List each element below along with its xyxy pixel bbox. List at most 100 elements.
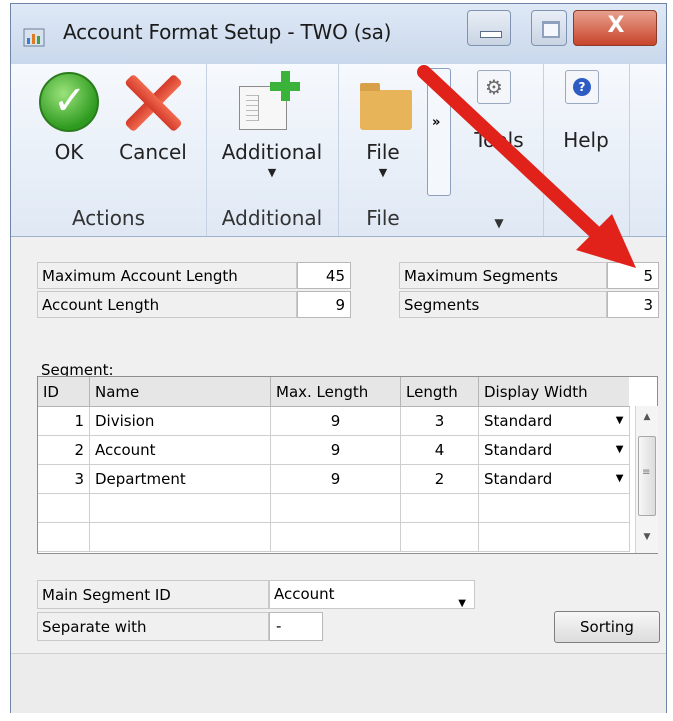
ribbon-group-label-additional: Additional: [221, 206, 323, 230]
app-icon: [23, 28, 45, 47]
segments-field[interactable]: 3: [607, 291, 659, 318]
ribbon-group-tools: ⚙ Tools ▼: [455, 64, 544, 236]
column-header-max-length[interactable]: Max. Length: [270, 377, 401, 407]
close-icon: X: [607, 13, 625, 38]
add-form-icon: [239, 71, 300, 130]
ok-label: OK: [54, 140, 84, 164]
account-length-field[interactable]: 9: [297, 291, 351, 318]
table-row[interactable]: 3 Department 9 2 Standard ▼: [38, 464, 630, 494]
chevron-down-icon: ▼: [378, 166, 388, 179]
segment-length-cell[interactable]: 3: [400, 406, 479, 436]
grid-header-row: ID Name Max. Length Length Display Width: [38, 377, 629, 407]
ribbon-toolbar: OK Cancel Actions Additional ▼ Additiona…: [11, 64, 666, 237]
segment-name-cell[interactable]: Division: [89, 406, 271, 436]
segment-max-length-cell: 9: [270, 464, 401, 494]
main-segment-label: Main Segment ID: [37, 580, 269, 609]
file-label: File: [366, 140, 400, 164]
ok-button[interactable]: OK: [31, 140, 107, 164]
grid-vertical-scrollbar[interactable]: ▲ ≡ ▼: [635, 406, 658, 553]
account-length-label: Account Length: [37, 291, 297, 318]
minimize-button[interactable]: [467, 10, 511, 46]
max-account-length-label: Maximum Account Length: [37, 262, 297, 289]
segment-id-cell: 1: [38, 406, 90, 436]
column-header-length[interactable]: Length: [400, 377, 479, 407]
folder-icon: [360, 83, 412, 130]
chevron-down-icon[interactable]: ▼: [543, 216, 629, 230]
column-header-display-width[interactable]: Display Width: [478, 377, 629, 407]
additional-button[interactable]: Additional ▼: [206, 140, 338, 179]
segment-name-cell[interactable]: Account: [89, 435, 271, 465]
main-segment-dropdown[interactable]: Account ▼: [269, 580, 475, 609]
table-row[interactable]: 1 Division 9 3 Standard ▼: [38, 406, 630, 436]
tools-button[interactable]: Tools: [455, 128, 543, 152]
chevron-down-icon[interactable]: ▼: [616, 415, 624, 426]
segment-id-cell: 2: [38, 435, 90, 465]
segment-length-cell[interactable]: 4: [400, 435, 479, 465]
title-bar: Account Format Setup - TWO (sa) X: [11, 4, 666, 64]
max-account-length-value: 45: [297, 262, 351, 289]
help-icon: ?: [565, 70, 599, 104]
document-lines-icon: [246, 95, 259, 121]
tools-icon: ⚙: [477, 70, 511, 104]
display-width-value: Standard: [484, 470, 553, 488]
empty-cell: [270, 522, 401, 552]
scrollbar-thumb[interactable]: ≡: [638, 436, 656, 516]
sorting-button[interactable]: Sorting: [554, 611, 660, 643]
empty-cell[interactable]: [89, 493, 271, 523]
display-width-dropdown[interactable]: Standard ▼: [478, 435, 630, 465]
cancel-button[interactable]: Cancel: [109, 140, 197, 164]
maximize-icon: [542, 21, 560, 38]
column-header-name[interactable]: Name: [89, 377, 271, 407]
maximize-button[interactable]: [531, 10, 567, 46]
ribbon-group-help: ? Help ▼: [543, 64, 630, 236]
help-button[interactable]: Help: [543, 128, 629, 152]
chevron-down-icon[interactable]: ▼: [616, 473, 624, 484]
table-row[interactable]: [38, 493, 630, 523]
empty-cell: [38, 522, 90, 552]
help-label: Help: [563, 128, 609, 152]
separate-with-label: Separate with: [37, 612, 269, 641]
empty-cell[interactable]: [478, 522, 630, 552]
empty-cell[interactable]: [400, 493, 479, 523]
chevron-down-icon[interactable]: ▼: [616, 444, 624, 455]
overflow-icon: »: [432, 115, 441, 130]
segments-label: Segments: [399, 291, 607, 318]
chevron-down-icon[interactable]: ▼: [458, 590, 466, 617]
ribbon-group-additional: Additional ▼ Additional: [206, 64, 339, 236]
table-row[interactable]: 2 Account 9 4 Standard ▼: [38, 435, 630, 465]
additional-label: Additional: [221, 140, 323, 164]
ribbon-group-label-actions: Actions: [71, 206, 146, 230]
ribbon-group-label-file: File: [366, 206, 400, 230]
segment-grid: ID Name Max. Length Length Display Width…: [37, 376, 658, 554]
close-button[interactable]: X: [573, 10, 657, 46]
chevron-down-icon: ▼: [267, 166, 277, 179]
plus-icon: [270, 71, 300, 101]
column-header-id[interactable]: ID: [38, 377, 90, 407]
grip-icon: ≡: [642, 467, 651, 478]
max-segments-label: Maximum Segments: [399, 262, 607, 289]
empty-cell: [38, 493, 90, 523]
file-button[interactable]: File ▼: [338, 140, 428, 179]
scroll-down-icon[interactable]: ▼: [636, 532, 658, 542]
display-width-dropdown[interactable]: Standard ▼: [478, 406, 630, 436]
empty-cell[interactable]: [478, 493, 630, 523]
table-row[interactable]: [38, 522, 630, 552]
display-width-value: Standard: [484, 412, 553, 430]
minimize-icon: [480, 31, 502, 38]
status-area: [11, 653, 666, 713]
separator-field[interactable]: -: [269, 612, 323, 641]
main-segment-value: Account: [274, 585, 335, 603]
cancel-label: Cancel: [119, 140, 187, 164]
max-segments-value: 5: [607, 262, 659, 289]
scroll-up-icon[interactable]: ▲: [636, 412, 658, 422]
empty-cell[interactable]: [89, 522, 271, 552]
ribbon-overflow-button[interactable]: »: [427, 68, 451, 196]
segment-name-cell[interactable]: Department: [89, 464, 271, 494]
empty-cell[interactable]: [400, 522, 479, 552]
ribbon-group-actions: OK Cancel Actions: [11, 64, 207, 236]
display-width-value: Standard: [484, 441, 553, 459]
cancel-icon: [121, 72, 185, 132]
display-width-dropdown[interactable]: Standard ▼: [478, 464, 630, 494]
segment-length-cell[interactable]: 2: [400, 464, 479, 494]
chevron-down-icon[interactable]: ▼: [455, 216, 543, 230]
